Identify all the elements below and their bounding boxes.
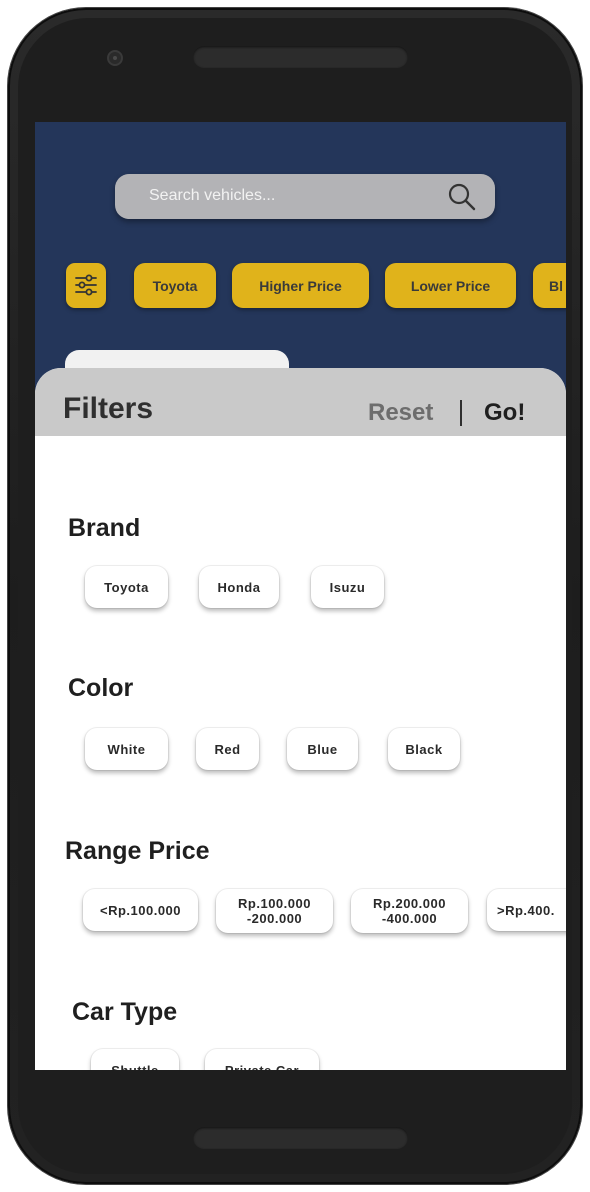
color-option-black[interactable]: Black	[388, 728, 460, 770]
front-camera-icon	[107, 50, 123, 66]
reset-button[interactable]: Reset	[368, 399, 433, 427]
quick-filter-toyota[interactable]: Toyota	[134, 263, 216, 308]
color-section-title: Color	[68, 674, 134, 702]
sheet-title: Filters	[63, 392, 154, 425]
car-type-option-shuttle[interactable]: Shuttle	[91, 1049, 179, 1070]
price-option-100k-200k[interactable]: Rp.100.000 -200.000	[216, 889, 333, 933]
search-bar[interactable]: Search vehicles...	[115, 174, 495, 219]
quick-filter-row: Toyota Higher Price Lower Price Bl	[35, 263, 566, 308]
range-price-section-title: Range Price	[65, 837, 210, 865]
brand-option-honda[interactable]: Honda	[199, 566, 279, 608]
price-option-under-100k[interactable]: <Rp.100.000	[83, 889, 198, 931]
brand-option-isuzu[interactable]: Isuzu	[311, 566, 384, 608]
car-type-option-private-car[interactable]: Private Car	[205, 1049, 319, 1070]
header-divider	[460, 400, 462, 426]
quick-filter-partial[interactable]: Bl	[533, 263, 566, 308]
color-option-white[interactable]: White	[85, 728, 168, 770]
search-input[interactable]: Search vehicles...	[149, 187, 275, 205]
filter-toggle-button[interactable]	[66, 263, 106, 308]
page: Search vehicles... Toyota Higher Price L…	[0, 0, 590, 1192]
app-screen: Search vehicles... Toyota Higher Price L…	[35, 122, 566, 1070]
price-option-200k-400k[interactable]: Rp.200.000 -400.000	[351, 889, 468, 933]
sheet-header: Filters Reset Go!	[35, 368, 566, 436]
car-type-section-title: Car Type	[72, 998, 178, 1026]
color-option-red[interactable]: Red	[196, 728, 259, 770]
earpiece-speaker	[193, 46, 408, 68]
filters-bottom-sheet: Filters Reset Go! Brand Toyota Honda Isu…	[35, 368, 566, 1070]
search-icon[interactable]	[447, 182, 477, 212]
bottom-speaker	[193, 1127, 408, 1149]
sliders-icon	[75, 274, 97, 296]
quick-filter-higher-price[interactable]: Higher Price	[232, 263, 369, 308]
brand-section-title: Brand	[68, 514, 141, 542]
brand-option-toyota[interactable]: Toyota	[85, 566, 168, 608]
quick-filter-lower-price[interactable]: Lower Price	[385, 263, 516, 308]
go-button[interactable]: Go!	[484, 399, 525, 427]
price-option-over-400k[interactable]: >Rp.400.	[487, 889, 566, 931]
color-option-blue[interactable]: Blue	[287, 728, 358, 770]
